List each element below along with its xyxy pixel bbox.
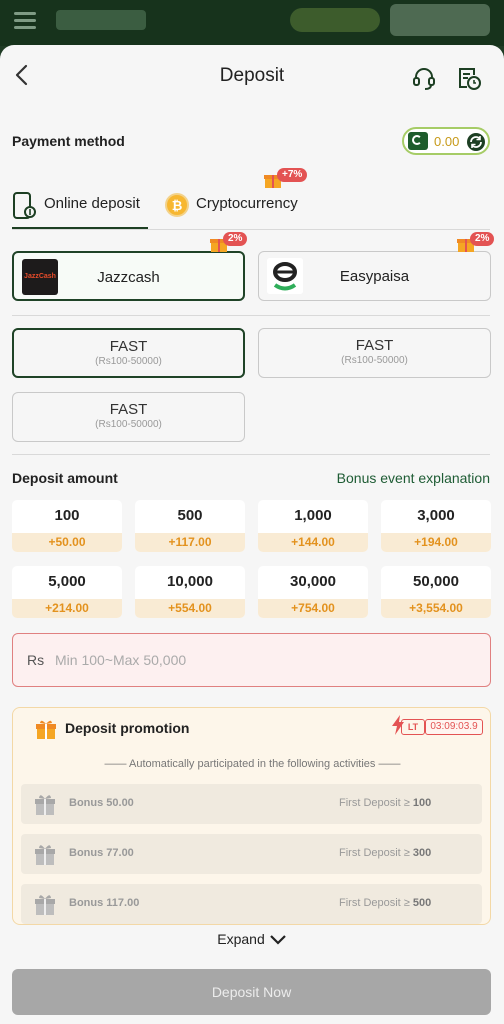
amount-option[interactable]: 500 +117.00: [135, 500, 245, 552]
amount-option[interactable]: 5,000 +214.00: [12, 566, 122, 618]
expand-label: Expand: [217, 931, 265, 947]
amount-option[interactable]: 3,000 +194.00: [381, 500, 491, 552]
channel-fast-2[interactable]: FAST (Rs100-50000): [258, 328, 491, 378]
amount-option[interactable]: 100 +50.00: [12, 500, 122, 552]
amount-value: 1,000: [294, 507, 332, 524]
crypto-bonus-percent: +7%: [277, 168, 308, 182]
gift-icon: [35, 845, 55, 865]
amount-bonus: +144.00: [258, 533, 368, 552]
amount-bonus: +117.00: [135, 533, 245, 552]
refresh-icon[interactable]: [466, 132, 486, 152]
method-easypaisa-label: Easypaisa: [339, 268, 410, 285]
channel-fast-3[interactable]: FAST (Rs100-50000): [12, 392, 245, 442]
tab-online-deposit[interactable]: Online deposit: [12, 192, 148, 228]
chevron-down-icon: [269, 935, 286, 945]
amount-option[interactable]: 50,000 +3,554.00: [381, 566, 491, 618]
amount-bonus: +214.00: [12, 599, 122, 618]
gift-icon: [35, 795, 55, 815]
amount-value: 50,000: [413, 573, 459, 590]
activity-requirement: First Deposit ≥ 500: [339, 897, 432, 909]
tab-cryptocurrency-label: Cryptocurrency: [196, 195, 298, 212]
deposit-promotion-panel: Deposit promotion LT 03:09:03.9 —— Autom…: [12, 707, 491, 925]
amount-bonus: +50.00: [12, 533, 122, 552]
activity-row: Bonus 77.00 First Deposit ≥ 300: [21, 834, 482, 874]
activity-bonus: Bonus 50.00: [69, 797, 134, 809]
top-action-button: [390, 4, 490, 36]
header: Deposit: [0, 45, 504, 107]
deposit-amount-label: Deposit amount: [12, 470, 118, 486]
section-divider: [12, 315, 490, 316]
headset-support-icon[interactable]: [411, 65, 437, 91]
background-app-bar: [0, 0, 504, 46]
gift-icon: [36, 720, 56, 739]
payment-method-label: Payment method: [12, 133, 125, 149]
amount-option[interactable]: 1,000 +144.00: [258, 500, 368, 552]
limited-time-tag: LT: [401, 719, 425, 735]
channel-name: FAST: [355, 337, 394, 354]
easypaisa-bonus-badge: 2%: [457, 232, 501, 254]
amount-bonus: +3,554.00: [381, 599, 491, 618]
countdown: 03:09:03.9: [425, 719, 483, 735]
activity-requirement: First Deposit ≥ 100: [339, 797, 432, 809]
gift-icon: [35, 895, 55, 915]
channel-name: FAST: [109, 338, 148, 355]
channel-range: (Rs100-50000): [95, 356, 162, 367]
crypto-bonus-badge: +7%: [264, 168, 308, 190]
activity-bonus: Bonus 117.00: [69, 897, 140, 909]
amount-value: 5,000: [48, 573, 86, 590]
amount-value: 3,000: [417, 507, 455, 524]
easypaisa-bonus-percent: 2%: [470, 232, 495, 246]
amount-bonus: +554.00: [135, 599, 245, 618]
balance-value: 0.00: [434, 134, 460, 149]
amount-option[interactable]: 10,000 +554.00: [135, 566, 245, 618]
activity-row: Bonus 50.00 First Deposit ≥ 100: [21, 784, 482, 824]
activity-requirement: First Deposit ≥ 300: [339, 847, 432, 859]
method-jazzcash[interactable]: JazzCash Jazzcash: [12, 251, 245, 301]
wallet-balance: 0.00: [402, 127, 490, 155]
activity-row: Bonus 117.00 First Deposit ≥ 500: [21, 884, 482, 924]
balance-pill: [290, 8, 380, 32]
channel-range: (Rs100-50000): [341, 355, 408, 366]
method-jazzcash-label: Jazzcash: [97, 269, 160, 286]
channel-fast-1[interactable]: FAST (Rs100-50000): [12, 328, 245, 378]
phone-deposit-icon: [13, 192, 36, 219]
svg-text:₿: ₿: [172, 198, 183, 213]
amount-input[interactable]: [55, 648, 455, 672]
channel-name: FAST: [109, 401, 148, 418]
method-easypaisa[interactable]: Easypaisa: [258, 251, 491, 301]
amount-value: 10,000: [167, 573, 213, 590]
activity-bonus: Bonus 77.00: [69, 847, 134, 859]
pakistan-flag-icon: [408, 132, 428, 150]
tab-cryptocurrency[interactable]: ₿ Cryptocurrency: [164, 192, 314, 228]
amount-option[interactable]: 30,000 +754.00: [258, 566, 368, 618]
amount-value: 500: [177, 507, 203, 524]
amount-value: 30,000: [290, 573, 336, 590]
amount-input-box: Rs: [12, 633, 491, 687]
jazzcash-bonus-badge: 2%: [210, 232, 254, 254]
amount-bonus: +754.00: [258, 599, 368, 618]
expand-button[interactable]: Expand: [0, 931, 504, 947]
promotion-title: Deposit promotion: [65, 720, 190, 736]
currency-prefix: Rs: [27, 652, 45, 668]
promotion-subtitle: —— Automatically participated in the fol…: [104, 758, 401, 770]
amount-value: 100: [54, 507, 80, 524]
channel-range: (Rs100-50000): [95, 419, 162, 430]
deposit-now-button[interactable]: Deposit Now: [12, 969, 491, 1015]
deposit-history-icon[interactable]: [456, 65, 482, 91]
tab-divider: [12, 229, 490, 230]
section-divider: [12, 454, 490, 455]
app-logo: [56, 10, 146, 30]
tab-online-deposit-label: Online deposit: [44, 195, 140, 212]
bitcoin-icon: ₿: [165, 193, 189, 217]
bonus-explanation-link[interactable]: Bonus event explanation: [337, 470, 490, 486]
jazzcash-bonus-percent: 2%: [223, 232, 248, 246]
deposit-sheet: Deposit Payment method 0.00 Online depos…: [0, 45, 504, 1024]
limited-time-timer: LT 03:09:03.9: [392, 715, 483, 737]
amount-bonus: +194.00: [381, 533, 491, 552]
menu-icon: [14, 12, 36, 29]
